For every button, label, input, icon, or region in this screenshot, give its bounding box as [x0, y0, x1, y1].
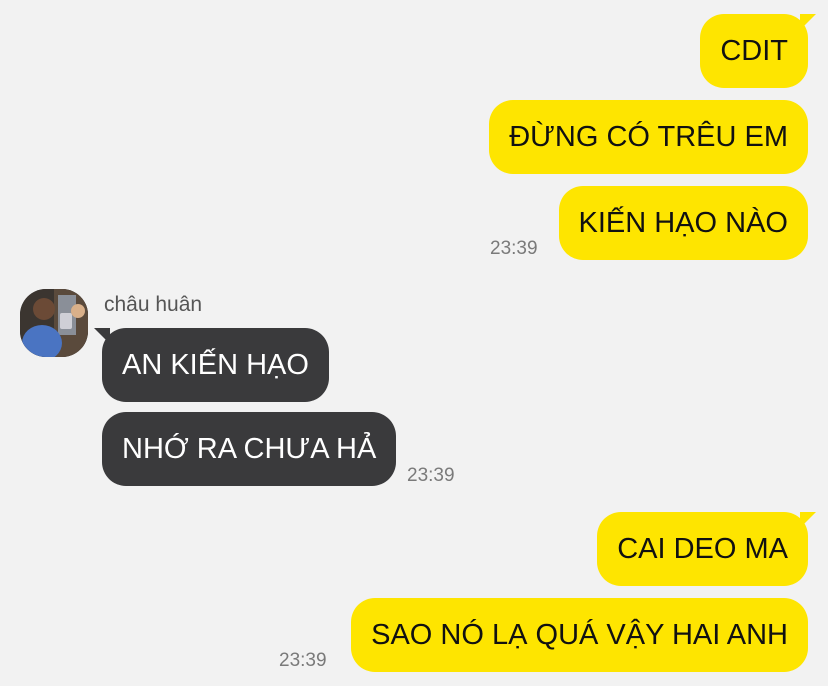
outgoing-message[interactable]: ĐỪNG CÓ TRÊU EM [489, 100, 808, 174]
message-text: NHỚ RA CHƯA HẢ [122, 432, 377, 465]
message-text: CAI DEO MA [617, 532, 788, 565]
message-text: AN KIẾN HẠO [122, 348, 309, 381]
sender-name: châu huân [104, 293, 203, 316]
outgoing-message[interactable]: SAO NÓ LẠ QUÁ VẬY HAI ANH [351, 598, 808, 672]
message-text: ĐỪNG CÓ TRÊU EM [509, 120, 788, 153]
message-text: CDIT [720, 34, 788, 67]
incoming-message[interactable]: NHỚ RA CHƯA HẢ [102, 412, 397, 486]
message-timestamp: 23:39 [279, 650, 327, 671]
message-timestamp: 23:39 [490, 238, 538, 259]
message-text: KIẾN HẠO NÀO [578, 206, 789, 239]
outgoing-message[interactable]: CDIT [700, 14, 816, 88]
incoming-message[interactable]: AN KIẾN HẠO [94, 328, 329, 402]
message-text: SAO NÓ LẠ QUÁ VẬY HAI ANH [371, 618, 788, 651]
user-photo-icon [20, 289, 88, 357]
outgoing-message[interactable]: KIẾN HẠO NÀO [558, 186, 808, 260]
outgoing-message[interactable]: CAI DEO MA [597, 512, 816, 586]
message-timestamp: 23:39 [407, 465, 455, 486]
avatar[interactable] [20, 289, 88, 357]
